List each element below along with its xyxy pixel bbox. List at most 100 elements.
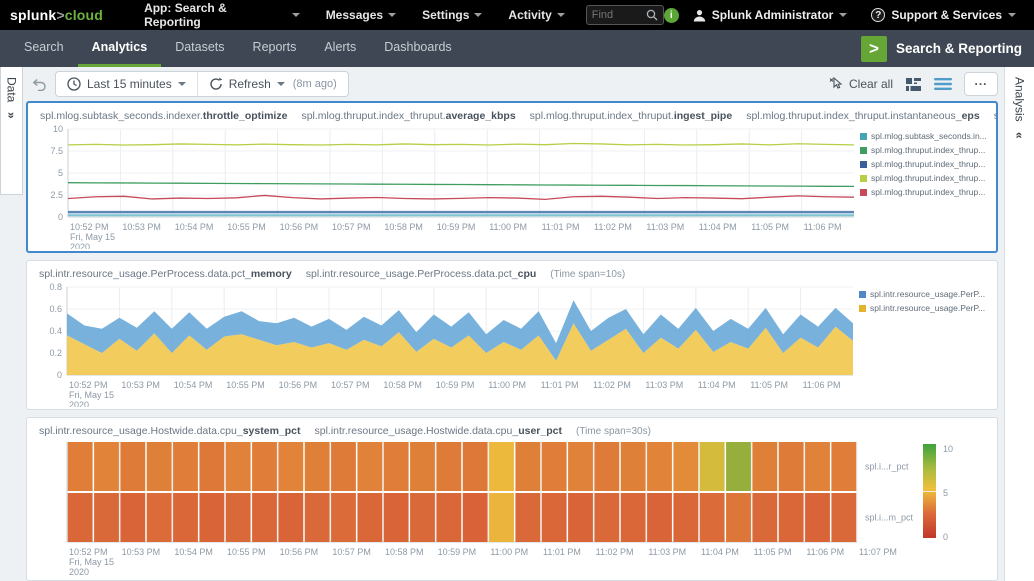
svg-text:0: 0 bbox=[57, 370, 62, 380]
timespan-note: (Time span=10s) bbox=[550, 269, 625, 280]
heatmap-chart[interactable]: 10:52 PMFri, May 15202010:53 PM10:54 PM1… bbox=[33, 438, 923, 578]
svg-text:10:57 PM: 10:57 PM bbox=[332, 547, 371, 557]
svg-text:11:06 PM: 11:06 PM bbox=[806, 547, 844, 557]
search-icon[interactable] bbox=[646, 9, 658, 21]
expand-left-icon[interactable]: « bbox=[1013, 132, 1027, 139]
svg-text:11:02 PM: 11:02 PM bbox=[593, 380, 631, 390]
svg-text:11:07 PM: 11:07 PM bbox=[859, 547, 897, 557]
chevron-down-icon bbox=[1008, 13, 1016, 17]
panel-title: spl.intr.resource_usage.PerProcess.data.… bbox=[27, 261, 997, 281]
svg-text:11:06 PM: 11:06 PM bbox=[803, 380, 841, 390]
svg-text:0.2: 0.2 bbox=[49, 348, 62, 358]
metric-name[interactable]: spl.mlog.thruput.index_thruput.insta bbox=[994, 110, 996, 122]
app-icon[interactable]: > bbox=[861, 36, 887, 62]
splunk-cloud-logo[interactable]: splunk>cloud bbox=[10, 7, 103, 23]
svg-text:10:55 PM: 10:55 PM bbox=[227, 547, 266, 557]
color-scale-bar bbox=[923, 444, 936, 538]
tab-reports[interactable]: Reports bbox=[239, 30, 311, 67]
legend-item[interactable]: spl.intr.resource_usage.PerP... bbox=[859, 289, 987, 299]
tab-alerts[interactable]: Alerts bbox=[310, 30, 370, 67]
area-chart[interactable]: 10:52 PMFri, May 15202010:53 PM10:54 PM1… bbox=[33, 281, 859, 407]
svg-text:10:56 PM: 10:56 PM bbox=[279, 380, 318, 390]
svg-text:2.5: 2.5 bbox=[50, 190, 63, 200]
svg-text:11:03 PM: 11:03 PM bbox=[646, 222, 684, 232]
svg-text:11:00 PM: 11:00 PM bbox=[490, 547, 528, 557]
metric-name[interactable]: spl.intr.resource_usage.PerProcess.data.… bbox=[39, 268, 292, 280]
undo-icon bbox=[32, 78, 47, 91]
support-menu[interactable]: ? Support & Services bbox=[861, 0, 1026, 30]
time-range-picker[interactable]: Last 15 minutes bbox=[56, 72, 197, 96]
svg-text:Fri, May 15: Fri, May 15 bbox=[70, 232, 115, 242]
chevron-down-icon bbox=[474, 13, 482, 17]
menu-messages[interactable]: Messages bbox=[313, 0, 409, 30]
metric-name[interactable]: spl.mlog.thruput.index_thruput.ingest_pi… bbox=[530, 110, 733, 122]
undo-button[interactable] bbox=[32, 78, 47, 91]
timespan-note: (Time span=30s) bbox=[576, 426, 651, 437]
svg-text:2020: 2020 bbox=[69, 400, 89, 407]
tab-search[interactable]: Search bbox=[10, 30, 78, 67]
menu-activity[interactable]: Activity bbox=[495, 0, 577, 30]
legend-item[interactable]: spl.intr.resource_usage.PerP... bbox=[859, 303, 987, 313]
chart-panel-mlog-metrics[interactable]: spl.mlog.subtask_seconds.indexer.throttl… bbox=[26, 101, 998, 253]
panel-body: 10:52 PMFri, May 15202010:53 PM10:54 PM1… bbox=[27, 281, 997, 409]
more-actions-button[interactable]: ... bbox=[964, 72, 998, 96]
svg-text:2020: 2020 bbox=[69, 567, 89, 577]
legend-item[interactable]: spl.mlog.thruput.index_thrup... bbox=[860, 187, 988, 197]
panel-title: spl.mlog.subtask_seconds.indexer.throttl… bbox=[28, 103, 996, 123]
analytics-toolbar: Last 15 minutes Refresh (8m ago) Clear a… bbox=[26, 67, 998, 101]
svg-text:10:58 PM: 10:58 PM bbox=[384, 222, 423, 232]
tab-dashboards[interactable]: Dashboards bbox=[370, 30, 465, 67]
legend-swatch bbox=[860, 175, 867, 182]
metric-name[interactable]: spl.intr.resource_usage.PerProcess.data.… bbox=[306, 268, 537, 280]
metric-name[interactable]: spl.mlog.thruput.index_thruput.average_k… bbox=[301, 110, 515, 122]
legend-item[interactable]: spl.mlog.thruput.index_thrup... bbox=[860, 159, 988, 169]
metric-name[interactable]: spl.mlog.thruput.index_thruput.instantan… bbox=[746, 110, 980, 122]
svg-text:11:00 PM: 11:00 PM bbox=[489, 222, 527, 232]
chart-panel-perprocess[interactable]: spl.intr.resource_usage.PerProcess.data.… bbox=[26, 260, 998, 410]
user-menu[interactable]: Splunk Administrator bbox=[683, 0, 858, 30]
analysis-tab-label[interactable]: Analysis bbox=[1013, 77, 1027, 122]
legend-swatch bbox=[860, 189, 867, 196]
nav-tabs: SearchAnalyticsDatasetsReportsAlertsDash… bbox=[10, 30, 466, 67]
svg-text:0.6: 0.6 bbox=[49, 304, 62, 314]
clear-all-button[interactable]: Clear all bbox=[829, 77, 893, 91]
grid-view-button[interactable] bbox=[905, 77, 922, 92]
expand-right-icon[interactable]: » bbox=[5, 112, 19, 119]
metric-name[interactable]: spl.mlog.subtask_seconds.indexer.throttl… bbox=[40, 110, 287, 122]
support-label: Support & Services bbox=[891, 8, 1002, 22]
topbar-right: i Splunk Administrator ? Support & Servi… bbox=[664, 0, 1026, 30]
svg-text:11:02 PM: 11:02 PM bbox=[594, 222, 632, 232]
chart-legend: spl.intr.resource_usage.PerP... spl.intr.… bbox=[859, 281, 987, 407]
line-chart[interactable]: 10:52 PMFri, May 15202010:53 PM10:54 PM1… bbox=[34, 123, 860, 249]
logo-cloud: cloud bbox=[65, 7, 103, 23]
toolbar-right: Clear all ... bbox=[829, 72, 998, 96]
svg-text:11:04 PM: 11:04 PM bbox=[699, 222, 737, 232]
svg-text:11:03 PM: 11:03 PM bbox=[645, 380, 683, 390]
find-box[interactable] bbox=[586, 5, 664, 25]
menu-app[interactable]: App: Search & Reporting bbox=[131, 0, 313, 30]
svg-text:11:05 PM: 11:05 PM bbox=[750, 380, 788, 390]
list-view-button[interactable] bbox=[934, 77, 952, 91]
content-column: Last 15 minutes Refresh (8m ago) Clear a… bbox=[26, 67, 1004, 581]
info-icon[interactable]: i bbox=[664, 8, 679, 23]
user-icon bbox=[693, 9, 706, 22]
legend-item[interactable]: spl.mlog.thruput.index_thrup... bbox=[860, 145, 988, 155]
metric-name[interactable]: spl.intr.resource_usage.Hostwide.data.cp… bbox=[315, 425, 563, 437]
tab-analytics[interactable]: Analytics bbox=[78, 30, 162, 67]
tab-datasets[interactable]: Datasets bbox=[161, 30, 238, 67]
svg-text:10:53 PM: 10:53 PM bbox=[121, 380, 160, 390]
svg-text:2020: 2020 bbox=[70, 242, 90, 249]
analysis-panel-strip: Analysis « bbox=[1004, 67, 1034, 581]
refresh-control[interactable]: Refresh (8m ago) bbox=[197, 72, 348, 96]
legend-item[interactable]: spl.mlog.thruput.index_thrup... bbox=[860, 173, 988, 183]
metric-name[interactable]: spl.intr.resource_usage.Hostwide.data.cp… bbox=[39, 425, 301, 437]
find-input[interactable] bbox=[592, 9, 642, 21]
menu-settings[interactable]: Settings bbox=[409, 0, 495, 30]
chart-panel-hostwide[interactable]: spl.intr.resource_usage.Hostwide.data.cp… bbox=[26, 417, 998, 581]
svg-text:10:55 PM: 10:55 PM bbox=[226, 380, 265, 390]
data-panel-toggle[interactable]: Data » bbox=[0, 67, 23, 195]
svg-text:5: 5 bbox=[58, 168, 63, 178]
svg-text:11:01 PM: 11:01 PM bbox=[543, 547, 581, 557]
legend-item[interactable]: spl.mlog.subtask_seconds.in... bbox=[860, 131, 988, 141]
panel-body: 10:52 PMFri, May 15202010:53 PM10:54 PM1… bbox=[28, 123, 996, 251]
